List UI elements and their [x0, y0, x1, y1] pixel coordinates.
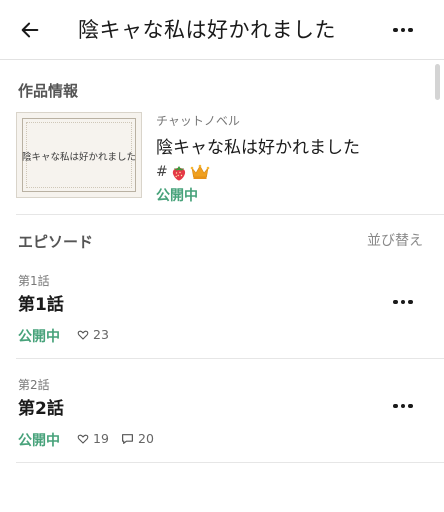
thumbnail-title: 陰キャな私は好かれました	[21, 152, 136, 163]
scrollbar[interactable]	[435, 64, 440, 100]
more-dot	[408, 403, 413, 409]
strawberry-icon	[172, 166, 185, 181]
episode-list-screen: 陰キャな私は好かれました 作品情報 陰キャな私は好かれました チャットノベル 陰…	[0, 0, 444, 512]
more-dot	[400, 299, 406, 305]
like-count-value: 19	[93, 431, 109, 446]
like-count-value: 23	[93, 327, 109, 342]
comment-icon	[122, 433, 133, 444]
heart-icon	[77, 434, 89, 444]
divider	[16, 462, 444, 463]
episode-title: 第2話	[18, 399, 64, 419]
divider	[16, 214, 444, 215]
work-thumbnail: 陰キャな私は好かれました	[16, 112, 142, 198]
more-dot	[408, 299, 413, 305]
work-meta: チャットノベル 陰キャな私は好かれました # 公開中	[156, 112, 360, 205]
episode-number: 第2話	[18, 378, 50, 392]
more-horizontal-icon	[393, 403, 398, 409]
more-horizontal-icon	[393, 27, 398, 33]
more-horizontal-icon	[393, 299, 398, 305]
work-tags: #	[156, 162, 360, 182]
comment-count: 20	[121, 431, 154, 446]
back-button[interactable]	[12, 12, 48, 48]
episode-status: 公開中	[18, 433, 60, 449]
page-title: 陰キャな私は好かれました	[78, 18, 336, 42]
like-count: 19	[77, 431, 109, 446]
app-header: 陰キャな私は好かれました	[0, 0, 444, 60]
episode-title: 第1話	[18, 295, 64, 315]
episode-more-button[interactable]	[387, 394, 419, 418]
hash-tag: #	[156, 164, 168, 180]
header-more-button[interactable]	[387, 18, 419, 42]
arrow-left-icon	[21, 22, 39, 38]
more-dot	[400, 403, 406, 409]
episode-number: 第1話	[18, 274, 50, 288]
work-genre: チャットノベル	[156, 114, 240, 128]
episode-status: 公開中	[18, 329, 60, 345]
more-dot	[408, 27, 413, 33]
work-info-heading: 作品情報	[18, 82, 79, 100]
crown-icon	[190, 164, 210, 179]
comment-count-value: 20	[138, 431, 154, 446]
divider	[16, 358, 444, 359]
work-info-card[interactable]: 陰キャな私は好かれました チャットノベル 陰キャな私は好かれました # 公開中	[16, 112, 426, 205]
like-count: 23	[77, 327, 109, 342]
episode-more-button[interactable]	[387, 290, 419, 314]
work-title: 陰キャな私は好かれました	[156, 138, 360, 158]
more-dot	[400, 27, 406, 33]
episodes-heading: エピソード	[18, 233, 94, 251]
heart-icon	[77, 330, 89, 340]
sort-button[interactable]: 並び替え	[367, 230, 423, 250]
work-status-badge: 公開中	[156, 188, 198, 204]
